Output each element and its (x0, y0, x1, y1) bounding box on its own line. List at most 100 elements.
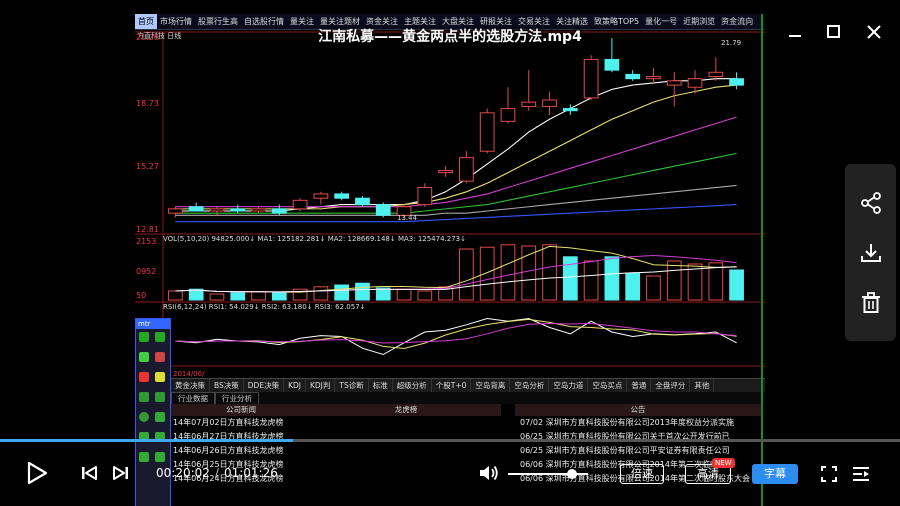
candle-body (230, 208, 246, 212)
moving-average-line (175, 84, 737, 210)
analysis-tab[interactable]: KDJ判 (306, 379, 336, 393)
previous-icon[interactable] (80, 465, 98, 481)
fullscreen-icon[interactable] (820, 465, 838, 483)
video-player[interactable]: 首页 市场行情 股票行生高 自选股行情 量关注 量关注题材 资金关注 主题关注 大盘关注 研报关注… (0, 0, 900, 506)
tool-icon[interactable] (155, 452, 165, 462)
video-frame[interactable]: 首页 市场行情 股票行生高 自选股行情 量关注 量关注题材 资金关注 主题关注 大盘关注 研报关注… (135, 14, 765, 506)
circle-icon[interactable] (139, 412, 149, 422)
date-label: 2014/06/ (173, 370, 205, 378)
candle-body (729, 78, 744, 86)
tool-icon[interactable] (155, 372, 165, 382)
announcement-header: 公告 (515, 404, 761, 416)
toolbox-title: mtr (136, 319, 170, 329)
tool-icon[interactable] (155, 332, 165, 342)
moving-average-line (175, 78, 737, 212)
rsi-line (175, 322, 737, 344)
rsi-line (175, 317, 737, 356)
analysis-tab[interactable]: BS决策 (210, 379, 244, 393)
tool-icon[interactable] (139, 452, 149, 462)
news-item[interactable]: 14年07月02日方直科技龙虎榜 (173, 416, 383, 430)
analysis-tab[interactable]: 普通 (627, 379, 652, 393)
candle-body (271, 208, 287, 214)
current-time: 00:20:02 (156, 466, 210, 480)
volume-bar (604, 256, 620, 301)
total-time: 01:01:26 (223, 466, 278, 480)
tool-icon[interactable] (139, 332, 149, 342)
maximize-icon[interactable] (822, 20, 846, 44)
download-icon[interactable] (858, 240, 884, 266)
playlist-icon[interactable] (851, 465, 871, 483)
price-axis-label: 15.27 (136, 162, 159, 171)
analysis-tab[interactable]: 空岛买点 (588, 379, 628, 393)
subtitle-button[interactable]: 字幕 (752, 464, 798, 484)
speed-button[interactable]: 倍速 (620, 464, 664, 484)
analysis-tab[interactable]: 空岛分析 (510, 379, 550, 393)
rsi-line (175, 318, 737, 350)
candle-body (479, 112, 495, 152)
analysis-tab[interactable]: TS诊断 (335, 379, 369, 393)
analysis-tab[interactable]: DDE决策 (244, 379, 285, 393)
progress-bar[interactable] (0, 439, 900, 442)
candle-body (188, 206, 204, 212)
volume-bar (500, 244, 516, 301)
candle-body (646, 76, 661, 80)
volume-bar (396, 288, 412, 301)
volume-bar (251, 291, 266, 301)
line-icon[interactable] (139, 392, 149, 402)
volume-handle[interactable] (567, 469, 577, 479)
analysis-tab[interactable]: 个股T+0 (432, 379, 472, 393)
candle-body (334, 193, 350, 199)
low-price-label: 13.44 (397, 214, 418, 222)
analysis-tab[interactable]: 其他 (690, 379, 715, 393)
tool-icon[interactable] (139, 352, 149, 362)
announcement-item[interactable]: 06/25 深圳市方直科技股份有限公司平安证券有限责任公司 (520, 444, 760, 458)
analysis-tab[interactable]: 空岛力道 (549, 379, 589, 393)
candle-body (375, 204, 391, 216)
moving-average-line (175, 116, 737, 208)
candle-body (604, 58, 620, 71)
analysis-tab[interactable]: KDJ (284, 379, 306, 393)
progress-fill (0, 439, 294, 442)
volume-axis-label: 50 (136, 291, 147, 300)
news-column-header: 公司新闻 (171, 404, 311, 416)
volume-bar (459, 248, 474, 301)
industry-subtabs[interactable]: 行业数据 行业分析 (171, 392, 765, 406)
announcement-item[interactable]: 07/02 深圳市方直科技股份有限公司2013年度权益分派实施 (520, 416, 760, 430)
analysis-tab[interactable]: 全盘评分 (651, 379, 691, 393)
analysis-tab[interactable]: 空岛背离 (471, 379, 511, 393)
volume-legend: VOL(5,10,20) 94825.000↓ MA1: 125182.281↓… (163, 235, 466, 243)
candle-body (417, 187, 433, 206)
volume-bar (729, 269, 744, 301)
close-icon[interactable] (862, 20, 886, 44)
tool-icon[interactable] (155, 352, 165, 362)
delete-icon[interactable] (858, 290, 884, 316)
news-item[interactable]: 14年06月26日方直科技龙虎榜 (173, 444, 383, 458)
line-icon[interactable] (155, 392, 165, 402)
analysis-tabs[interactable]: 黄金决策 BS决策 DDE决策 KDJ KDJ判 TS诊断 标准 超级分析 个股T+0 空岛背离空… (171, 378, 765, 393)
volume-ma-line (175, 266, 737, 293)
analysis-tab[interactable]: 标准 (369, 379, 393, 393)
candle-body (355, 197, 370, 206)
volume-bar (479, 246, 495, 301)
price-axis-label: 18.73 (136, 99, 159, 108)
minimize-icon[interactable] (783, 20, 807, 44)
share-icon[interactable] (858, 190, 884, 216)
candle-body (542, 99, 557, 107)
candle-body (583, 58, 599, 99)
analysis-tab[interactable]: 超级分析 (393, 379, 432, 393)
volume-bar (292, 288, 308, 301)
candle-body (209, 208, 225, 212)
volume-ma-line (175, 245, 737, 293)
pen-icon[interactable] (139, 372, 149, 382)
volume-ma-line (175, 255, 737, 293)
volume-bar (334, 284, 350, 301)
candle-body (708, 71, 724, 78)
volume-axis-label: 2153 (136, 237, 157, 246)
next-icon[interactable] (112, 465, 130, 481)
play-icon[interactable] (26, 461, 48, 485)
volume-icon[interactable] (478, 463, 500, 483)
rect-icon[interactable] (155, 412, 165, 422)
analysis-tab[interactable]: 黄金决策 (171, 379, 210, 393)
dragon-tiger-header: 龙虎榜 (311, 404, 501, 416)
candle-body (521, 101, 537, 107)
